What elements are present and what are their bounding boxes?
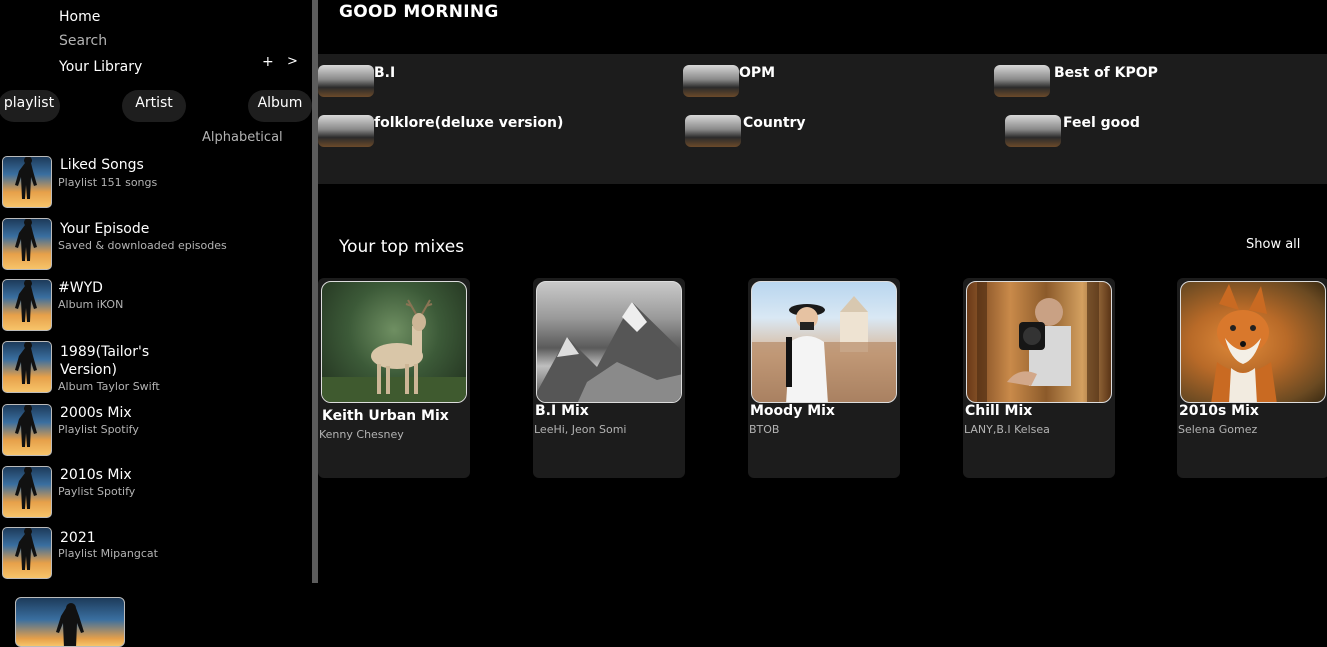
sidebar: Home Search Your Library + > playlist Ar… <box>0 0 312 583</box>
nav-library-link[interactable]: Your Library <box>59 59 142 75</box>
nav-home-link[interactable]: Home <box>59 9 100 25</box>
library-item[interactable]: 2010s Mix Paylist Spotify <box>0 466 312 522</box>
library-item-title: 2000s Mix <box>60 405 132 421</box>
mix-title: Keith Urban Mix <box>322 408 449 424</box>
chevron-right-icon[interactable]: > <box>287 54 298 69</box>
playlist-cover-image <box>2 279 52 331</box>
mix-cover-image <box>1180 281 1326 403</box>
library-item-title: 2021 <box>60 530 96 546</box>
mix-title: Moody Mix <box>750 403 835 419</box>
library-item[interactable]: 2000s Mix Playlist Spotify <box>0 404 312 460</box>
filter-playlist-button[interactable]: playlist <box>0 90 60 122</box>
quick-pick-cover-image <box>318 115 374 147</box>
mix-cover-image <box>966 281 1112 403</box>
playlist-cover-image <box>2 218 52 270</box>
playlist-cover-image <box>2 527 52 579</box>
quick-pick-cover-image <box>683 65 739 97</box>
quick-pick-label: OPM <box>739 65 776 81</box>
show-all-link[interactable]: Show all <box>1246 237 1300 252</box>
library-item-subtitle: Playlist 151 songs <box>58 176 158 189</box>
page-title: GOOD MORNING <box>339 2 499 22</box>
quick-pick-label: Country <box>743 115 806 131</box>
library-item-subtitle: Album Taylor Swift <box>58 380 160 393</box>
library-item-title: #WYD <box>58 280 103 296</box>
quick-pick-cover-image <box>685 115 741 147</box>
mix-subtitle: LeeHi, Jeon Somi <box>534 423 627 436</box>
library-item-subtitle: Saved & downloaded episodes <box>58 239 227 252</box>
quick-pick-label: Best of KPOP <box>1054 65 1158 81</box>
mix-subtitle: BTOB <box>749 423 780 436</box>
quick-pick-label: Feel good <box>1063 115 1140 131</box>
mix-title: B.I Mix <box>535 403 589 419</box>
quick-pick-cover-image <box>1005 115 1061 147</box>
mix-card[interactable]: B.I Mix LeeHi, Jeon Somi <box>533 278 685 478</box>
quick-pick-label: B.I <box>374 65 396 81</box>
quick-pick-cover-image <box>318 65 374 97</box>
playlist-cover-image <box>2 466 52 518</box>
library-item-subtitle: Album iKON <box>58 298 124 311</box>
add-playlist-icon[interactable]: + <box>262 54 274 70</box>
library-item-subtitle: Playlist Mipangcat <box>58 547 158 560</box>
library-item-title: Your Episode <box>60 221 150 237</box>
library-item-subtitle: Playlist Spotify <box>58 423 139 436</box>
quick-pick-cover-image <box>994 65 1050 97</box>
library-item[interactable]: Liked Songs Playlist 151 songs <box>0 156 312 212</box>
library-item[interactable]: #WYD Album iKON <box>0 279 312 335</box>
nav-search-link[interactable]: Search <box>59 33 107 49</box>
mix-title: Chill Mix <box>965 403 1033 419</box>
quick-pick-label: folklore(deluxe version) <box>374 115 564 131</box>
mix-card[interactable]: Moody Mix BTOB <box>748 278 900 478</box>
mix-cover-image <box>751 281 897 403</box>
library-item-title: 1989(Tailor's Version) <box>60 344 150 378</box>
playlist-cover-image <box>2 404 52 456</box>
library-item[interactable]: 1989(Tailor's Version) Album Taylor Swif… <box>0 341 312 397</box>
mix-card[interactable]: 2010s Mix Selena Gomez <box>1177 278 1327 478</box>
filter-artist-button[interactable]: Artist <box>122 90 186 122</box>
library-item-subtitle: Paylist Spotify <box>58 485 136 498</box>
mix-subtitle: Selena Gomez <box>1178 423 1258 436</box>
library-item-title: Liked Songs <box>60 157 144 173</box>
mix-card[interactable]: Keith Urban Mix Kenny Chesney <box>318 278 470 478</box>
now-playing-cover-image[interactable] <box>15 597 125 647</box>
mix-subtitle: LANY,B.I Kelsea <box>964 423 1050 436</box>
playlist-cover-image <box>2 341 52 393</box>
section-title: Your top mixes <box>339 237 465 257</box>
mix-subtitle: Kenny Chesney <box>319 428 404 441</box>
mix-cover-image <box>321 281 467 403</box>
library-item[interactable]: 2021 Playlist Mipangcat <box>0 527 312 583</box>
filter-album-button[interactable]: Album <box>248 90 312 122</box>
library-item[interactable]: Your Episode Saved & downloaded episodes <box>0 218 312 274</box>
mix-title: 2010s Mix <box>1179 403 1259 419</box>
quick-picks-panel: B.I OPM Best of KPOP folklore(deluxe ver… <box>318 54 1327 184</box>
playlist-cover-image <box>2 156 52 208</box>
library-item-title: 2010s Mix <box>60 467 132 483</box>
mix-card[interactable]: Chill Mix LANY,B.I Kelsea <box>963 278 1115 478</box>
mix-cover-image <box>536 281 682 403</box>
sort-dropdown[interactable]: Alphabetical <box>202 130 283 145</box>
